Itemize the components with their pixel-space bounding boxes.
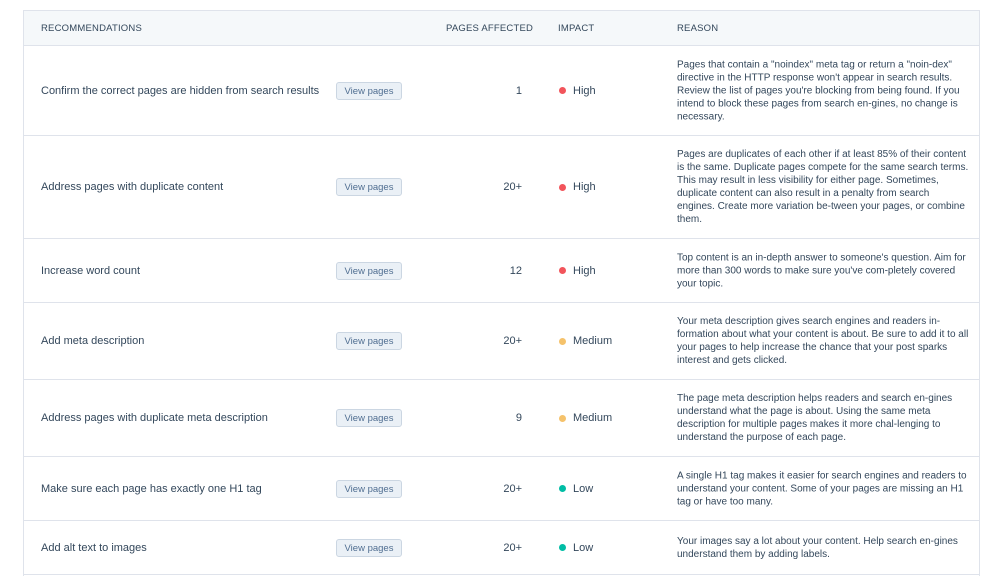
recommendations-table: RECOMMENDATIONS PAGES AFFECTED IMPACT RE… [23,10,980,576]
reason-text: Your meta description gives search engin… [677,316,969,366]
status-dot-icon [559,485,566,492]
table-row: Make sure each page has exactly one H1 t… [24,457,979,521]
reason-text: Top content is an in-depth answer to som… [677,252,966,289]
table-row: Confirm the correct pages are hidden fro… [24,46,979,136]
status-dot-icon [559,544,566,551]
reason-text: Your images say a lot about your content… [677,535,958,560]
column-header-pages-affected[interactable]: PAGES AFFECTED [446,24,533,34]
pages-affected-count: 20+ [503,541,522,554]
pages-affected-count: 20+ [503,482,522,495]
table-row: Increase word count View pages 12 High T… [24,239,979,303]
table-header: RECOMMENDATIONS PAGES AFFECTED IMPACT RE… [24,11,979,46]
view-pages-button[interactable]: View pages [336,409,402,427]
impact-label: High [573,181,596,193]
impact-indicator: Low [559,542,593,554]
impact-label: High [573,264,596,277]
view-pages-button[interactable]: View pages [336,479,402,498]
status-dot-icon [559,183,566,191]
impact-indicator: High [559,181,596,193]
table-row: Address pages with duplicate content Vie… [24,136,979,239]
pages-affected-count: 1 [515,84,522,97]
impact-indicator: Low [559,483,593,495]
recommendation-text: Increase word count [41,264,141,277]
pages-affected-count: 12 [509,264,522,277]
impact-label: Medium [573,335,613,347]
impact-label: Low [573,482,594,495]
view-pages-button[interactable]: View pages [336,332,402,350]
recommendation-text: Make sure each page has exactly one H1 t… [41,482,262,495]
impact-indicator: High [559,85,596,97]
pages-affected-count: 9 [515,412,522,424]
recommendation-text: Confirm the correct pages are hidden fro… [41,84,320,97]
table-row: Address pages with duplicate meta descri… [24,380,979,457]
table-row: Add meta description View pages 20+ Medi… [24,303,979,380]
reason-text: Pages are duplicates of each other if at… [677,149,969,225]
recommendation-text: Address pages with duplicate meta descri… [41,412,268,424]
reason-text: The page meta description helps readers … [677,393,953,443]
view-pages-button[interactable]: View pages [336,261,402,280]
table-row: Add alt text to images View pages 20+ Lo… [24,521,979,575]
reason-text: A single H1 tag makes it easier for sear… [677,470,967,507]
impact-label: Low [573,541,594,554]
impact-label: Medium [573,412,613,424]
pages-affected-count: 20+ [503,181,522,193]
pages-affected-count: 20+ [503,335,522,347]
column-header-impact[interactable]: IMPACT [558,24,594,34]
impact-label: High [573,84,596,97]
status-dot-icon [559,414,566,422]
recommendation-text: Add meta description [41,335,145,347]
column-header-recommendations[interactable]: RECOMMENDATIONS [41,24,142,34]
reason-text: Pages that contain a "noindex" meta tag … [677,59,960,122]
impact-indicator: High [559,265,596,277]
status-dot-icon [559,87,566,94]
view-pages-button[interactable]: View pages [336,178,402,196]
recommendation-text: Add alt text to images [41,541,147,554]
column-header-reason[interactable]: REASON [677,24,718,34]
view-pages-button[interactable]: View pages [336,538,402,557]
view-pages-button[interactable]: View pages [336,81,402,100]
impact-indicator: Medium [559,335,612,347]
recommendation-text: Address pages with duplicate content [41,181,224,193]
status-dot-icon [559,337,566,345]
status-dot-icon [559,267,566,274]
impact-indicator: Medium [559,412,612,424]
